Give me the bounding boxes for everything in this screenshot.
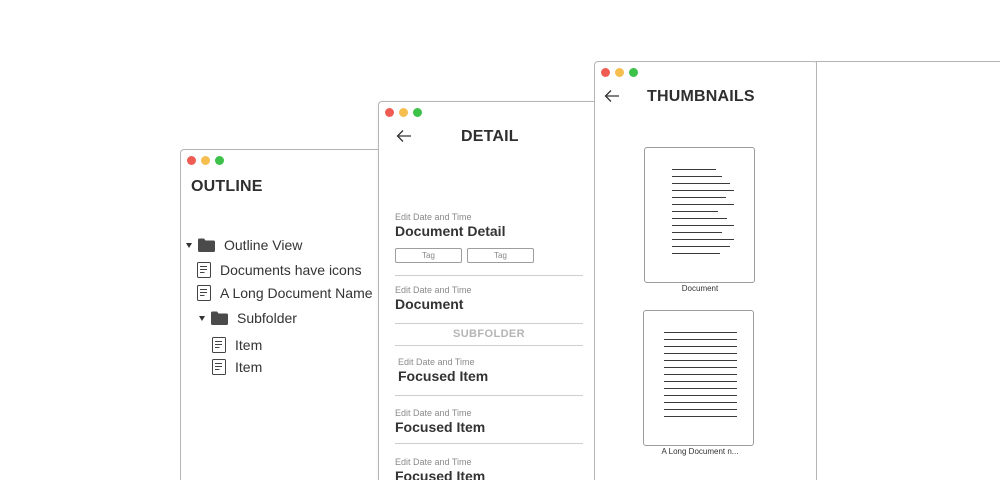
zoom-button[interactable] — [629, 68, 638, 77]
tag-list: Tag Tag — [395, 248, 583, 263]
item-name: Focused Item — [395, 468, 486, 480]
close-button[interactable] — [385, 108, 394, 117]
divider — [395, 345, 583, 346]
minimize-button[interactable] — [615, 68, 624, 77]
thumbnail-caption: A Long Document n... — [661, 447, 739, 456]
outline-item-label: Outline View — [224, 237, 303, 253]
tag-chip[interactable]: Tag — [467, 248, 534, 263]
divider — [395, 395, 583, 396]
thumbnails-window: THUMBNAILS Document A Long Document n... — [594, 61, 818, 480]
detail-window: DETAIL Edit Date and Time Document Detai… — [378, 101, 618, 480]
item-meta: Edit Date and Time — [395, 212, 472, 222]
divider — [395, 323, 583, 324]
document-icon — [212, 337, 226, 353]
outline-item-sub-item-2[interactable]: Item — [212, 359, 262, 375]
item-meta: Edit Date and Time — [395, 457, 472, 467]
outline-item-documents-have-icons[interactable]: Documents have icons — [197, 262, 362, 278]
disclosure-triangle-icon[interactable] — [186, 242, 192, 248]
item-meta: Edit Date and Time — [395, 408, 472, 418]
zoom-button[interactable] — [413, 108, 422, 117]
close-button[interactable] — [601, 68, 610, 77]
item-name: Focused Item — [395, 419, 486, 435]
disclosure-triangle-icon[interactable] — [199, 315, 205, 321]
tag-chip[interactable]: Tag — [395, 248, 462, 263]
subfolder-header: SUBFOLDER — [452, 328, 526, 340]
detail-list-item[interactable]: Edit Date and Time Document Detail Tag T… — [395, 212, 583, 263]
thumbnail-caption: Document — [681, 284, 719, 293]
outline-title: OUTLINE — [191, 178, 263, 195]
document-icon — [197, 262, 211, 278]
outline-item-label: Documents have icons — [220, 262, 362, 278]
outline-item-label: Item — [235, 337, 263, 353]
zoom-button[interactable] — [215, 156, 224, 165]
detail-title: DETAIL — [461, 128, 519, 145]
detail-list-item[interactable]: Edit Date and Time Focused Item — [398, 357, 586, 384]
divider — [395, 275, 583, 276]
document-thumbnail[interactable] — [644, 147, 755, 283]
folder-icon — [198, 238, 215, 252]
folder-icon — [211, 311, 228, 325]
item-name: Focused Item — [398, 368, 489, 384]
outline-item-label: A Long Document Name — [220, 285, 373, 301]
item-meta: Edit Date and Time — [398, 357, 475, 367]
outline-item-subfolder[interactable]: Subfolder — [199, 310, 297, 326]
stage: OUTLINE Outline View Documents have icon… — [0, 0, 1000, 480]
window-controls — [385, 108, 422, 117]
back-arrow-icon[interactable] — [604, 89, 620, 103]
outline-item-label: Subfolder — [237, 310, 297, 326]
window-controls — [601, 68, 638, 77]
document-icon — [212, 359, 226, 375]
outline-item-outline-view[interactable]: Outline View — [186, 237, 302, 253]
empty-pane — [816, 61, 1000, 480]
item-meta: Edit Date and Time — [395, 285, 472, 295]
thumbnails-title: THUMBNAILS — [647, 88, 755, 105]
detail-list-item[interactable]: Edit Date and Time Focused Item — [395, 457, 583, 480]
minimize-button[interactable] — [201, 156, 210, 165]
back-arrow-icon[interactable] — [396, 129, 412, 143]
outline-item-sub-item-1[interactable]: Item — [212, 337, 262, 353]
document-thumbnail[interactable] — [643, 310, 754, 446]
detail-list-item[interactable]: Edit Date and Time Document — [395, 285, 583, 312]
divider — [395, 443, 583, 444]
item-name: Document — [395, 296, 464, 312]
outline-item-long-document-name[interactable]: A Long Document Name — [197, 285, 373, 301]
window-controls — [187, 156, 224, 165]
item-name: Document Detail — [395, 223, 506, 239]
close-button[interactable] — [187, 156, 196, 165]
outline-item-label: Item — [235, 359, 263, 375]
document-icon — [197, 285, 211, 301]
detail-list-item[interactable]: Edit Date and Time Focused Item — [395, 408, 583, 435]
minimize-button[interactable] — [399, 108, 408, 117]
